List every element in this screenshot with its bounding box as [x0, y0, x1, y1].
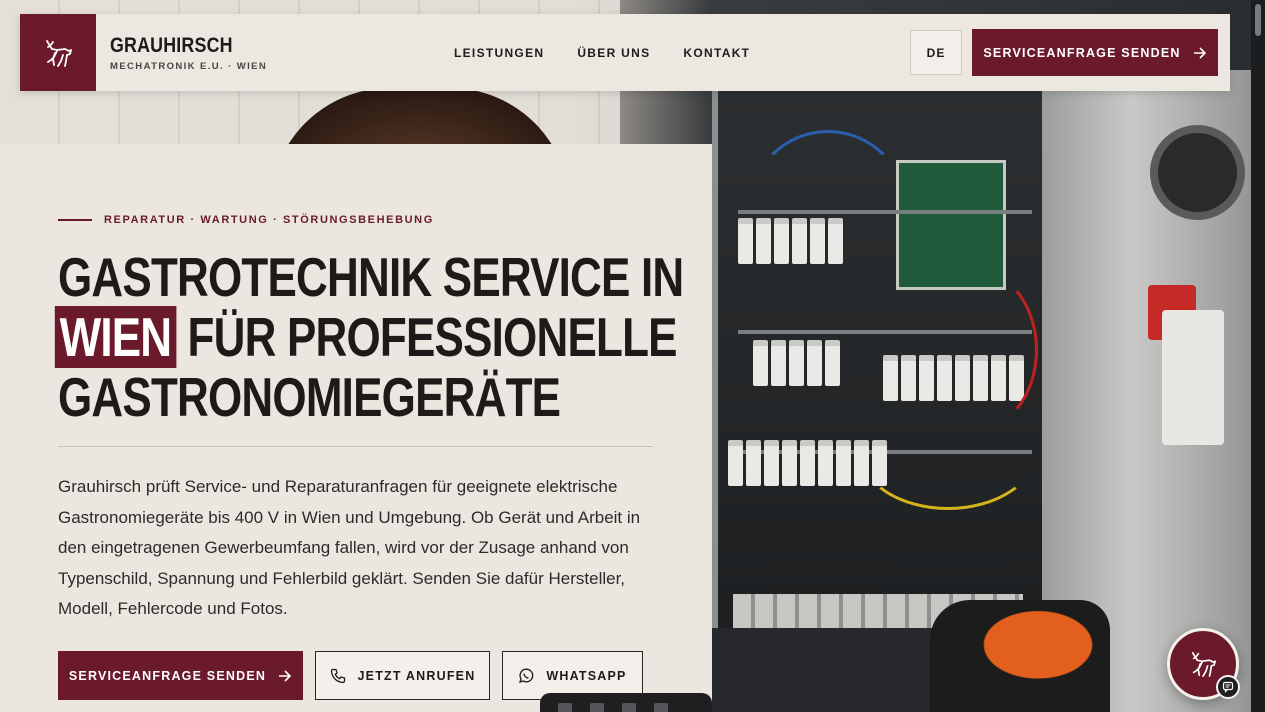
chat-icon	[1216, 675, 1240, 699]
scrollbar[interactable]	[1251, 0, 1265, 712]
brand-name: GRAUHIRSCH	[110, 33, 233, 57]
technician-arm	[712, 628, 952, 712]
toolbar-icon[interactable]	[558, 703, 572, 712]
headline-line-2: WIEN FÜR PROFESSIONELLE	[54, 306, 678, 368]
logo[interactable]	[20, 14, 96, 91]
call-now-label: JETZT ANRUFEN	[357, 668, 476, 683]
lockout-tag	[1162, 310, 1224, 445]
toolbar-icon[interactable]	[654, 703, 668, 712]
hero-description: Grauhirsch prüft Service- und Reparatura…	[58, 477, 641, 618]
headline-line-3: GASTRONOMIEGERÄTE	[58, 366, 561, 428]
brand-subtitle: MECHATRONIK E.U. · WIEN	[110, 60, 268, 72]
toolbar-icon[interactable]	[590, 703, 604, 712]
service-request-label: SERVICEANFRAGE SENDEN	[983, 45, 1181, 60]
toolbar-icon[interactable]	[622, 703, 636, 712]
phone-icon	[330, 668, 345, 683]
nav-link-kontakt[interactable]: KONTAKT	[683, 46, 750, 60]
hero-panel: REPARATUR · WARTUNG · STÖRUNGSBEHEBUNG G…	[0, 144, 712, 712]
service-request-button[interactable]: SERVICEANFRAGE SENDEN	[58, 651, 303, 700]
brand[interactable]: GRAUHIRSCH MECHATRONIK E.U. · WIEN	[110, 34, 267, 72]
arrow-right-icon	[1193, 46, 1206, 59]
nav-link-ueber-uns[interactable]: ÜBER UNS	[577, 46, 650, 60]
work-glove	[930, 600, 1110, 712]
scrollbar-thumb[interactable]	[1255, 4, 1261, 36]
eyebrow-line	[58, 219, 92, 221]
site-header: GRAUHIRSCH MECHATRONIK E.U. · WIEN LEIST…	[20, 14, 1230, 91]
chat-widget-button[interactable]	[1167, 628, 1240, 700]
service-request-button-label: SERVICEANFRAGE SENDEN	[68, 668, 267, 683]
eyebrow: REPARATUR · WARTUNG · STÖRUNGSBEHEBUNG	[58, 214, 434, 226]
nav-link-leistungen[interactable]: LEISTUNGEN	[454, 46, 544, 60]
bottom-toolbar	[540, 693, 712, 712]
deer-icon	[46, 39, 72, 67]
call-now-button[interactable]: JETZT ANRUFEN	[315, 651, 490, 700]
main-nav: LEISTUNGEN ÜBER UNS KONTAKT	[454, 14, 750, 91]
language-switch[interactable]: DE	[910, 30, 962, 75]
whatsapp-icon	[519, 668, 534, 683]
whatsapp-label: WHATSAPP	[546, 668, 627, 683]
breaker-row	[753, 340, 840, 386]
arrow-right-icon	[279, 669, 292, 682]
headline-line-1: GASTROTECHNIK SERVICE IN	[58, 246, 684, 308]
main-switch	[1150, 125, 1245, 220]
eyebrow-text: REPARATUR · WARTUNG · STÖRUNGSBEHEBUNG	[104, 214, 434, 226]
headline-highlight: WIEN	[54, 306, 177, 368]
service-request-button-header[interactable]: SERVICEANFRAGE SENDEN	[972, 29, 1218, 76]
hero-headline: GASTROTECHNIK SERVICE IN WIEN FÜR PROFES…	[54, 246, 684, 428]
divider	[58, 446, 653, 447]
deer-icon	[1191, 651, 1216, 677]
headline-line-2-rest: FÜR PROFESSIONELLE	[176, 306, 678, 368]
